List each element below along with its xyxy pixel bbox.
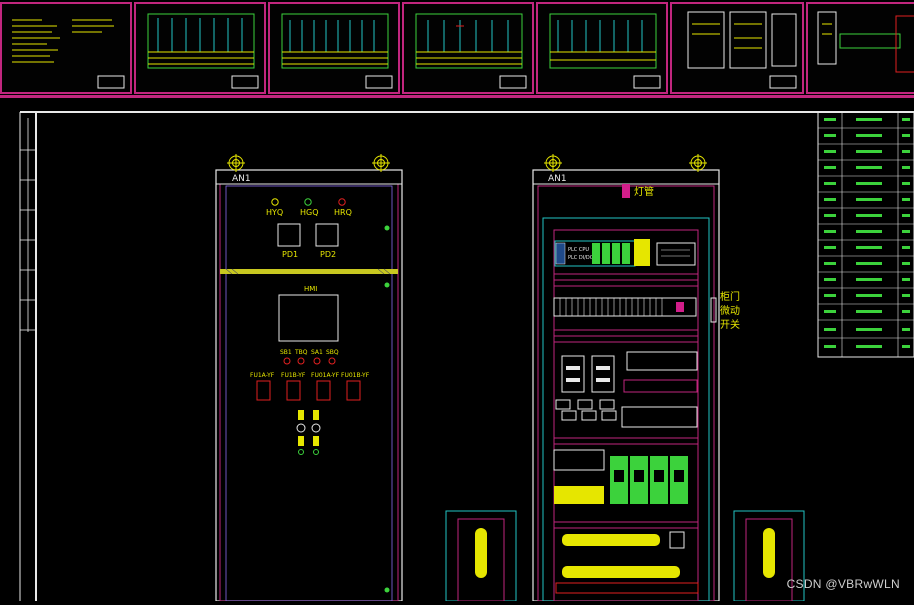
drawing-border [19,111,914,601]
plc-cpu-label: PLC CPU [568,247,589,253]
push-buttons: FU1A-YF FU1B-YF FU01A-YF FU01B-YF [250,372,370,401]
left-cabinet: AN1 HYQ HGQ HRQ PD1 PD2 HMI SB1 TBQ SA1 … [215,154,403,602]
relay-modules [555,399,698,428]
cabinet-lamp-icon [622,184,630,198]
layout-thumbnail-strip [0,0,914,98]
lamp-label-2: HGQ [300,208,319,217]
door-hinge-strip [220,269,398,274]
door-switch-label-3: 开关 [720,318,740,331]
base-plinth-left [445,510,517,602]
button-label-4: FU01B-YF [341,372,370,379]
meter-label-1: PD1 [282,250,298,259]
lamp-red-icon [338,198,346,206]
lamp-label-3: HRQ [334,208,352,217]
layout-thumbnail-4[interactable] [402,2,534,94]
thumb-drawing-3 [281,13,393,89]
layout-thumbnail-6[interactable] [670,2,804,94]
lamp-tube-label: 灯管 [634,185,654,198]
hmi-screen [278,294,339,342]
thumb-drawing-7 [817,11,914,73]
button-label-1: FU1A-YF [250,372,275,379]
screw-icon [384,587,390,593]
layout-thumbnail-2[interactable] [134,2,266,94]
door-switch-label-2: 微动 [720,304,740,317]
watermark-text: CSDN @VBRwWLN [786,577,900,591]
terminal-rail-1 [553,297,697,317]
layout-thumbnail-3[interactable] [268,2,400,94]
thumb-drawing-5 [549,13,661,89]
left-cabinet-header: AN1 [232,174,251,184]
plc-rack: PLC CPU PLC DI/DO [554,239,696,267]
right-cabinet-header: AN1 [548,174,567,184]
meter-label-2: PD2 [320,250,336,259]
thumb-drawing-1 [12,19,125,89]
right-cabinet: AN1 灯管 柜门 微动 开关 PLC CPU PLC DI/DO [532,154,740,602]
thumb-drawing-6 [687,11,797,89]
lamp-yellow-icon [271,198,279,206]
switch-label-2: TBQ [294,349,308,356]
layout-thumbnail-1[interactable] [0,2,132,94]
screw-icon [384,225,390,231]
button-label-2: FU1B-YF [281,372,306,379]
drawing-canvas[interactable]: AN1 HYQ HGQ HRQ PD1 PD2 HMI SB1 TBQ SA1 … [0,108,914,602]
plc-io-label: PLC DI/DO [568,255,594,261]
lamp-green-icon [304,198,312,206]
tab-divider [0,95,914,98]
screw-icon [384,282,390,288]
contactors [561,351,698,393]
selector-switches: SB1 TBQ SA1 SBQ [280,349,339,365]
panel-meter-1 [277,223,301,247]
parts-list-table [817,111,914,358]
key-switches [296,410,321,455]
drive-modules [553,449,688,504]
terminal-rail-bottom [555,531,699,594]
door-switch-label-1: 柜门 [720,290,740,303]
switch-label-1: SB1 [280,349,292,356]
panel-meter-2 [315,223,339,247]
switch-label-3: SA1 [311,349,323,356]
layout-thumbnail-7[interactable] [806,2,914,94]
left-lifting-eye [227,154,390,172]
thumb-drawing-4 [415,13,527,89]
layout-thumbnail-5[interactable] [536,2,668,94]
switch-label-4: SBQ [326,349,339,356]
right-lifting-eye [544,154,707,172]
lamp-label-1: HYQ [266,208,283,217]
thumb-drawing-2 [147,13,259,89]
hmi-label: HMI [304,285,317,293]
button-label-3: FU01A-YF [311,372,340,379]
